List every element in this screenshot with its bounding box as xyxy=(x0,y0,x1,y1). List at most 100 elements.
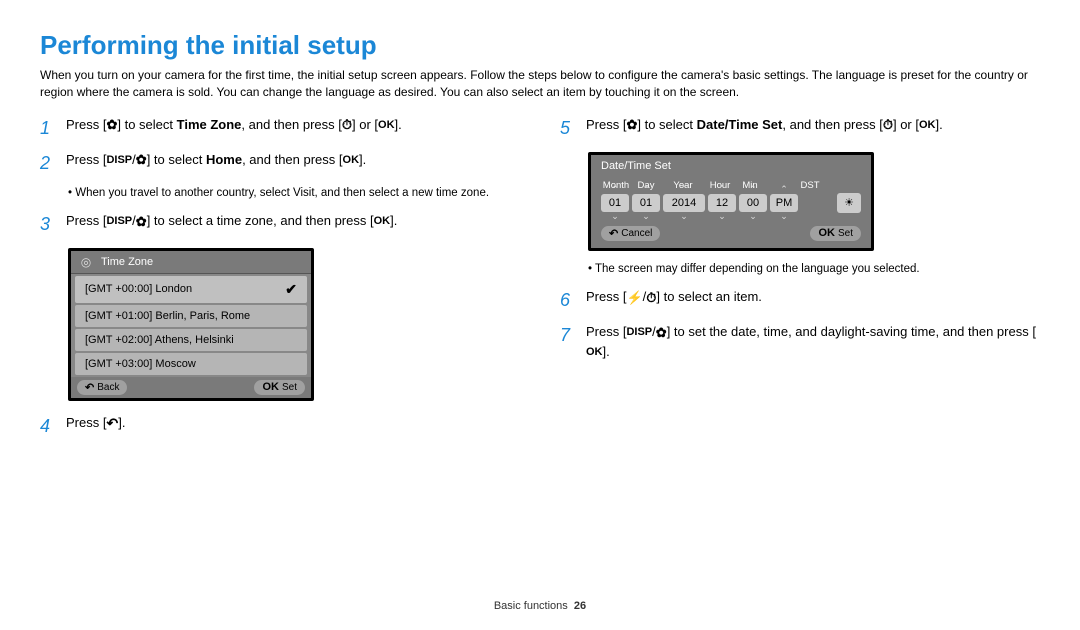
txt: Press [ xyxy=(586,117,626,132)
bold: Home xyxy=(206,152,242,167)
cancel-label: Cancel xyxy=(621,228,652,239)
ok-icon xyxy=(343,152,360,169)
timezone-item[interactable]: [GMT +03:00] Moscow xyxy=(75,353,307,375)
disp-icon xyxy=(626,324,652,341)
txt: , and then press [ xyxy=(241,117,341,132)
timezone-item[interactable]: [GMT +00:00] London xyxy=(75,276,307,303)
timer-icon xyxy=(883,115,893,135)
footer-section: Basic functions xyxy=(494,600,568,612)
footer-page: 26 xyxy=(574,600,586,612)
step-number: 7 xyxy=(560,322,580,362)
step-text: Press [] to select Time Zone, and then p… xyxy=(66,115,520,142)
step-5: 5 Press [] to select Date/Time Set, and … xyxy=(560,115,1040,142)
day-stepper[interactable]: 01 xyxy=(632,194,660,212)
step-text: Press [/] to select an item. xyxy=(586,287,1040,314)
txt: ] to set the date, time, and daylight-sa… xyxy=(667,324,1036,339)
back-icon: ↶ xyxy=(85,381,94,394)
txt: , and then press [ xyxy=(782,117,882,132)
step-2: 2 Press [/] to select Home, and then pre… xyxy=(40,150,520,177)
datetime-title: Date/Time Set xyxy=(591,155,871,180)
intro-text: When you turn on your camera for the fir… xyxy=(40,67,1040,101)
set-label: Set xyxy=(838,228,853,239)
txt: Press [ xyxy=(66,152,106,167)
datetime-footer: ↶Cancel OKSet xyxy=(591,223,871,244)
month-stepper[interactable]: 01 xyxy=(601,194,629,212)
txt: ] to select xyxy=(147,152,206,167)
timer-icon xyxy=(342,115,352,135)
step-number: 6 xyxy=(560,287,580,314)
step-number: 3 xyxy=(40,211,60,238)
back-button[interactable]: ↶Back xyxy=(77,380,127,395)
txt: ] to select an item. xyxy=(656,289,762,304)
timezone-item-label: [GMT +02:00] Athens, Helsinki xyxy=(85,334,234,346)
txt: ] to select xyxy=(117,117,176,132)
left-column: 1 Press [ ] to select Time Zone , and then… xyxy=(40,115,520,448)
step-number: 2 xyxy=(40,150,60,177)
flower-icon xyxy=(136,212,147,232)
step-text: Press []. xyxy=(66,413,520,440)
txt: Press [ xyxy=(66,213,106,228)
flower-icon xyxy=(106,115,117,135)
txt: ] or [ xyxy=(352,117,378,132)
ok-icon xyxy=(919,117,936,134)
txt: Press [ xyxy=(66,415,106,430)
content-columns: 1 Press [ ] to select Time Zone , and then… xyxy=(40,115,1040,448)
step-3: 3 Press [/] to select a time zone, and t… xyxy=(40,211,520,238)
page-footer: Basic functions 26 xyxy=(0,600,1080,612)
timezone-item[interactable]: [GMT +02:00] Athens, Helsinki xyxy=(75,329,307,351)
globe-icon xyxy=(79,255,93,269)
txt: ]. xyxy=(395,117,402,132)
flower-icon xyxy=(656,323,667,343)
timezone-footer: ↶Back OKSet xyxy=(71,377,311,398)
flower-icon xyxy=(136,150,147,170)
ok-icon xyxy=(586,344,603,361)
timer-icon xyxy=(646,288,656,308)
cancel-button[interactable]: ↶Cancel xyxy=(601,226,660,241)
txt: Press [ xyxy=(586,289,626,304)
timezone-item[interactable]: [GMT +01:00] Berlin, Paris, Rome xyxy=(75,305,307,327)
step-text: Press [/] to select Home, and then press… xyxy=(66,150,520,177)
year-stepper[interactable]: 2014 xyxy=(663,194,705,212)
txt: ]. xyxy=(118,415,125,430)
back-label: Back xyxy=(97,382,119,393)
step-text: Press [] to select Date/Time Set, and th… xyxy=(586,115,1040,142)
step-number: 5 xyxy=(560,115,580,142)
set-button[interactable]: OKSet xyxy=(810,226,861,241)
ampm-stepper[interactable]: PM xyxy=(770,194,798,212)
ok-icon xyxy=(374,213,391,230)
min-stepper[interactable]: 00 xyxy=(739,194,767,212)
step-2-note: When you travel to another country, sele… xyxy=(68,185,520,201)
ok-icon: OK xyxy=(818,227,835,239)
hour-stepper[interactable]: 12 xyxy=(708,194,736,212)
flower-icon xyxy=(626,115,637,135)
page-title: Performing the initial setup xyxy=(40,30,1040,61)
txt: ]. xyxy=(359,152,366,167)
disp-icon xyxy=(106,152,132,169)
step-text: Press [/] to select a time zone, and the… xyxy=(66,211,520,238)
datetime-row: 01 01 2014 12 00 PM xyxy=(591,193,871,213)
timezone-screenshot: Time Zone [GMT +00:00] London [GMT +01:0… xyxy=(68,248,314,401)
txt: , and then press [ xyxy=(242,152,342,167)
txt: ] or [ xyxy=(893,117,919,132)
timezone-item-label: [GMT +01:00] Berlin, Paris, Rome xyxy=(85,310,250,322)
timezone-item-label: [GMT +03:00] Moscow xyxy=(85,358,196,370)
datetime-screenshot: Date/Time Set Month Day Year Hour Min DS… xyxy=(588,152,874,251)
step-number: 1 xyxy=(40,115,60,142)
flash-icon xyxy=(626,288,642,308)
right-column: 5 Press [] to select Date/Time Set, and … xyxy=(560,115,1040,448)
back-icon xyxy=(106,413,118,434)
set-button[interactable]: OKSet xyxy=(254,380,305,395)
txt: ]. xyxy=(603,344,610,359)
set-label: Set xyxy=(282,382,297,393)
timezone-header: Time Zone xyxy=(71,251,311,274)
step-4: 4 Press []. xyxy=(40,413,520,440)
step-5-note: The screen may differ depending on the l… xyxy=(588,261,1040,277)
check-icon xyxy=(285,281,297,298)
timezone-title: Time Zone xyxy=(101,256,153,268)
txt: Press [ xyxy=(586,324,626,339)
step-number: 4 xyxy=(40,413,60,440)
back-icon: ↶ xyxy=(609,227,618,240)
step-1: 1 Press [] to select Time Zone, and then… xyxy=(40,115,520,142)
txt: Press [ xyxy=(66,117,106,132)
dst-toggle[interactable] xyxy=(837,193,861,213)
